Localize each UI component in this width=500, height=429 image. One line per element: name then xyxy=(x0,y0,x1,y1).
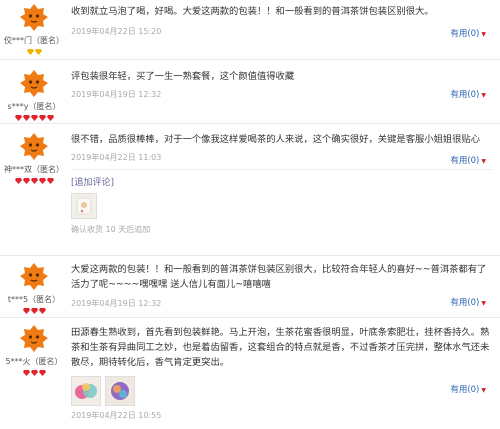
review-item: 佼***门（匿名） 收到就立马泡了喝，好喝。大爱这两款的包装！！和一般看到的普洱… xyxy=(0,0,500,55)
review-text: 田源春生熟收到，首先看到包装鲜艳。马上开泡，生茶花蜜香很明显，叶底条索肥壮，挂杯… xyxy=(71,327,490,368)
helpful-count: (0) xyxy=(467,29,480,39)
helpful-button[interactable]: 有用(0) ▼ xyxy=(450,27,486,39)
member-badge xyxy=(0,114,68,122)
reviewer: 佼***门（匿名） xyxy=(0,2,68,56)
helpful-count: (0) xyxy=(467,298,480,308)
avatar xyxy=(19,68,49,98)
member-badge xyxy=(0,48,68,56)
review-item: s***y（匿名） 评包装很年轻，买了一生一熟套餐，这个颜值值得收藏 2019年… xyxy=(0,60,500,122)
red-gem-icon xyxy=(38,177,46,184)
red-gem-icon xyxy=(38,114,46,121)
red-gem-icon xyxy=(46,177,54,184)
review-date: 2019年04月22日 15:20 xyxy=(71,27,162,36)
red-gem-icon xyxy=(14,114,22,121)
append-date: 确认收货 10 天后追加 xyxy=(71,225,151,234)
avatar xyxy=(19,261,49,291)
red-gem-icon xyxy=(38,369,46,376)
member-badge xyxy=(0,307,68,315)
username: 佼***门（匿名） xyxy=(4,36,64,45)
caret-icon: ▼ xyxy=(481,300,486,307)
red-gem-icon xyxy=(30,369,38,376)
helpful-label: 有用 xyxy=(450,156,468,166)
helpful-button[interactable]: 有用(0) ▼ xyxy=(450,383,486,395)
member-badge xyxy=(0,177,68,185)
red-gem-icon xyxy=(30,307,38,314)
red-gem-icon xyxy=(22,177,30,184)
helpful-label: 有用 xyxy=(450,29,468,39)
red-gem-icon xyxy=(14,177,22,184)
reviewer: s***y（匿名） xyxy=(0,68,68,122)
reviewer: 神***双（匿名） xyxy=(0,131,68,185)
avatar xyxy=(19,131,49,161)
review-date: 2019年04月22日 11:03 xyxy=(71,153,162,162)
username: 5***火（匿名） xyxy=(5,357,63,366)
red-gem-icon xyxy=(30,114,38,121)
review-photos xyxy=(71,376,492,406)
append-divider xyxy=(71,169,492,170)
helpful-button[interactable]: 有用(0) ▼ xyxy=(450,88,486,100)
avatar xyxy=(19,2,49,32)
caret-icon: ▼ xyxy=(481,92,486,99)
review-item: t***5（匿名） 大爱这两款的包装！！和一般看到的普洱茶饼包装区别很大，比较符… xyxy=(0,256,500,318)
review-date: 2019年04月22日 10:55 xyxy=(71,411,162,420)
helpful-count: (0) xyxy=(467,385,480,395)
helpful-count: (0) xyxy=(467,156,480,166)
review-text: 评包装很年轻，买了一生一熟套餐，这个颜值值得收藏 xyxy=(71,71,295,82)
reviewer: 5***火（匿名） xyxy=(0,323,68,377)
review-date: 2019年04月19日 12:32 xyxy=(71,299,162,308)
caret-icon: ▼ xyxy=(481,158,486,165)
gold-gem-icon xyxy=(34,48,42,55)
username: s***y（匿名） xyxy=(7,102,61,111)
red-gem-icon xyxy=(22,307,30,314)
helpful-button[interactable]: 有用(0) ▼ xyxy=(450,296,486,308)
helpful-button[interactable]: 有用(0) ▼ xyxy=(450,154,486,166)
review-photo-thumbnail[interactable] xyxy=(71,376,101,406)
review-text: 收到就立马泡了喝，好喝。大爱这两款的包装！！和一般看到的普洱茶饼包装区别很大。 xyxy=(71,6,434,17)
review-item: 5***火（匿名） 田源春生熟收到，首先看到包装鲜艳。马上开泡，生茶花蜜香很明显… xyxy=(0,318,500,429)
review-date: 2019年04月19日 12:32 xyxy=(71,90,162,99)
red-gem-icon xyxy=(30,177,38,184)
helpful-label: 有用 xyxy=(450,298,468,308)
gold-gem-icon xyxy=(26,48,34,55)
review-photo-thumbnail[interactable] xyxy=(105,376,135,406)
username: 神***双（匿名） xyxy=(4,165,64,174)
review-photo-thumbnail[interactable] xyxy=(71,193,97,219)
red-gem-icon xyxy=(38,307,46,314)
caret-icon: ▼ xyxy=(481,387,486,394)
review-text: 很不错，品质很棒棒，对于一个像我这样爱喝茶的人来说，这个确实很好，关键是客服小姐… xyxy=(71,134,481,145)
helpful-label: 有用 xyxy=(450,90,468,100)
reviewer: t***5（匿名） xyxy=(0,261,68,315)
red-gem-icon xyxy=(22,369,30,376)
caret-icon: ▼ xyxy=(481,31,486,38)
helpful-count: (0) xyxy=(467,90,480,100)
helpful-label: 有用 xyxy=(450,385,468,395)
red-gem-icon xyxy=(46,114,54,121)
review-item: 神***双（匿名） 很不错，品质很棒棒，对于一个像我这样爱喝茶的人来说，这个确实… xyxy=(0,124,500,254)
red-gem-icon xyxy=(22,114,30,121)
avatar xyxy=(19,323,49,353)
username: t***5（匿名） xyxy=(7,295,61,304)
member-badge xyxy=(0,369,68,377)
review-text: 大爱这两款的包装！！和一般看到的普洱茶饼包装区别很大，比较符合年轻人的喜好~~普… xyxy=(71,264,487,290)
append-comment-label: [追加评论] xyxy=(71,178,115,188)
